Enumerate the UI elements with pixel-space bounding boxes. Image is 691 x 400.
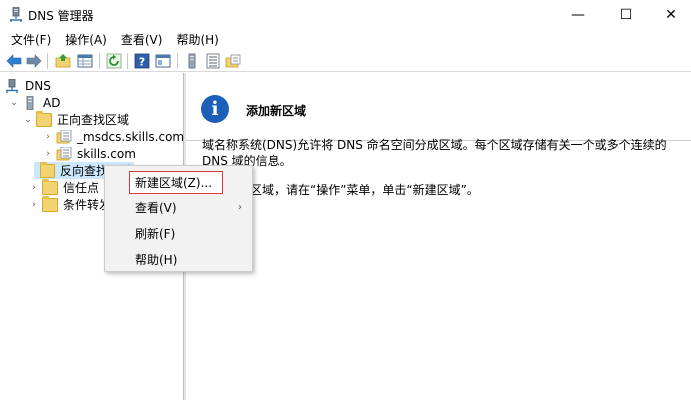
refresh-icon[interactable]: [106, 53, 122, 69]
forward-arrow-icon[interactable]: [26, 53, 42, 69]
context-menu-view[interactable]: 查看(V) ›: [105, 196, 252, 218]
tree-node-zone-msdcs-label: _msdcs.skills.com: [77, 129, 185, 144]
tree-node-zone-msdcs[interactable]: › _msdcs.skills.com: [42, 128, 186, 145]
folder-icon: [36, 110, 52, 127]
context-menu-refresh-label: 刷新(F): [135, 226, 176, 241]
context-menu-new-zone-label: 新建区域(Z)...: [135, 176, 213, 190]
folder-zone-icon[interactable]: [225, 53, 241, 69]
menu-action[interactable]: 操作(A): [60, 30, 112, 50]
context-menu: 新建区域(Z)... 查看(V) › 刷新(F) 帮助(H): [104, 165, 253, 272]
tree-node-ad-server[interactable]: ⌄ AD: [8, 94, 62, 111]
zone-file-icon: [56, 129, 72, 143]
tree-node-dns-label: DNS: [25, 78, 51, 93]
info-title: 添加新区域: [246, 104, 307, 118]
collapse-chevron-icon[interactable]: ⌄: [22, 115, 34, 125]
collapse-chevron-icon[interactable]: ⌄: [8, 98, 20, 108]
folder-icon: [42, 178, 58, 195]
context-menu-view-label: 查看(V): [135, 200, 177, 215]
properties-grid-icon[interactable]: [77, 53, 93, 69]
maximize-button[interactable]: ☐: [603, 0, 649, 30]
details-pane: i 添加新区域 域名称系统(DNS)允许将 DNS 命名空间分成区域。每个区域存…: [186, 73, 691, 400]
tree-node-dns[interactable]: DNS: [4, 77, 53, 94]
server-icon[interactable]: [184, 53, 200, 69]
folder-icon: [40, 161, 55, 178]
menu-file[interactable]: 文件(F): [6, 30, 56, 50]
toolbar-separator: [99, 53, 100, 69]
maximize-icon: ☐: [619, 7, 633, 23]
view-pane-icon[interactable]: [155, 53, 171, 69]
list-icon[interactable]: [205, 53, 221, 69]
context-menu-refresh[interactable]: 刷新(F): [105, 222, 252, 244]
tree-node-zone-skills-label: skills.com: [77, 146, 136, 161]
context-menu-help-label: 帮助(H): [135, 252, 178, 267]
svg-text:?: ?: [139, 56, 145, 69]
tree-node-forward-zones-label: 正向查找区域: [57, 113, 130, 127]
context-menu-new-zone[interactable]: 新建区域(Z)...: [129, 171, 223, 194]
minimize-icon: —: [571, 7, 585, 23]
menu-bar: 文件(F) 操作(A) 查看(V) 帮助(H): [0, 30, 691, 50]
close-button[interactable]: ✕: [648, 0, 691, 30]
server-icon: [26, 95, 34, 110]
tree-node-forward-zones[interactable]: ⌄ 正向查找区域: [22, 110, 131, 128]
dns-root-icon: [6, 78, 18, 93]
expand-chevron-icon[interactable]: ›: [28, 183, 40, 193]
expand-chevron-icon[interactable]: ›: [42, 149, 54, 159]
minimize-button[interactable]: —: [555, 0, 601, 30]
toolbar-separator: [127, 53, 128, 69]
toolbar-separator: [177, 53, 178, 69]
back-arrow-icon[interactable]: [6, 53, 22, 69]
toolbar: ?: [0, 50, 691, 72]
title-bar: DNS 管理器 — ☐ ✕: [0, 0, 691, 30]
menu-help[interactable]: 帮助(H): [171, 30, 223, 50]
menu-view[interactable]: 查看(V): [116, 30, 168, 50]
up-folder-icon[interactable]: [55, 53, 71, 69]
toolbar-separator: [47, 53, 48, 69]
close-icon: ✕: [665, 7, 677, 23]
info-header: i 添加新区域: [186, 87, 691, 141]
submenu-chevron-icon: ›: [238, 201, 242, 213]
window-title: DNS 管理器: [28, 9, 94, 23]
info-body: 域名称系统(DNS)允许将 DNS 命名空间分成区域。每个区域存储有关一个或多个…: [202, 137, 682, 198]
info-paragraph-2: 要添加新区域，请在“操作”菜单，单击“新建区域”。: [202, 183, 479, 197]
zone-file-icon: [56, 146, 72, 160]
tree-node-trust-points-label: 信任点: [63, 181, 100, 195]
context-menu-help[interactable]: 帮助(H): [105, 248, 252, 270]
tree-node-ad-label: AD: [43, 95, 61, 110]
dns-app-icon: [10, 7, 22, 22]
info-icon: i: [201, 95, 229, 123]
help-icon[interactable]: ?: [134, 53, 150, 69]
info-paragraph-1: 域名称系统(DNS)允许将 DNS 命名空间分成区域。每个区域存储有关一个或多个…: [202, 138, 667, 168]
tree-node-trust-points[interactable]: › 信任点: [28, 178, 101, 196]
expand-chevron-icon[interactable]: ›: [28, 200, 40, 210]
expand-chevron-icon[interactable]: ›: [42, 132, 54, 142]
folder-icon: [42, 195, 58, 212]
tree-node-zone-skills[interactable]: › skills.com: [42, 145, 138, 162]
